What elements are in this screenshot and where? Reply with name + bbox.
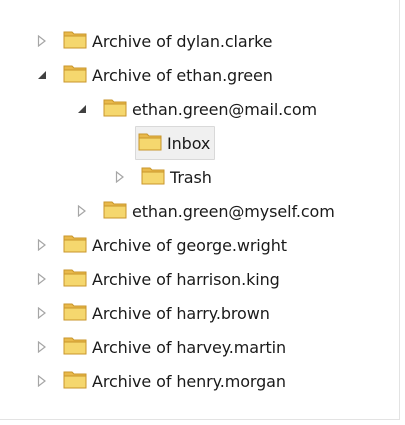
tree-item-label: Archive of george.wright	[92, 235, 287, 255]
folder-icon	[63, 267, 87, 291]
selected-item-highlight[interactable]: Inbox	[135, 126, 216, 160]
collapse-arrow-icon[interactable]	[35, 58, 49, 92]
tree-item-label: Inbox	[167, 133, 211, 153]
tree-item-trash[interactable]: Trash	[0, 160, 400, 194]
tree-item-archive-ethan-green[interactable]: Archive of ethan.green	[0, 58, 400, 92]
tree-item-account-ethan-green-mail[interactable]: ethan.green@mail.com	[0, 92, 400, 126]
expand-arrow-icon[interactable]	[35, 330, 49, 364]
expand-arrow-icon[interactable]	[35, 228, 49, 262]
tree-item-label: Archive of ethan.green	[92, 65, 273, 85]
expand-arrow-icon[interactable]	[113, 160, 127, 194]
tree-item-inbox[interactable]: Inbox	[0, 126, 400, 160]
tree-item-label: Archive of henry.morgan	[92, 371, 286, 391]
tree-item-archive-harrison-king[interactable]: Archive of harrison.king	[0, 262, 400, 296]
folder-icon	[63, 369, 87, 393]
tree-item-archive-harry-brown[interactable]: Archive of harry.brown	[0, 296, 400, 330]
folder-icon	[63, 29, 87, 53]
tree-item-archive-harvey-martin[interactable]: Archive of harvey.martin	[0, 330, 400, 364]
folder-icon	[103, 97, 127, 121]
folder-icon	[103, 199, 127, 223]
folder-icon	[63, 233, 87, 257]
folder-icon	[63, 335, 87, 359]
tree-item-archive-dylan-clarke[interactable]: Archive of dylan.clarke	[0, 24, 400, 58]
expand-arrow-icon[interactable]	[35, 262, 49, 296]
tree-item-label: ethan.green@myself.com	[132, 201, 335, 221]
tree-item-label: Archive of dylan.clarke	[92, 31, 273, 51]
tree-item-label: Trash	[170, 167, 212, 187]
folder-icon	[63, 301, 87, 325]
tree-item-archive-henry-morgan[interactable]: Archive of henry.morgan	[0, 364, 400, 398]
collapse-arrow-icon[interactable]	[75, 92, 89, 126]
tree-item-label: ethan.green@mail.com	[132, 99, 318, 119]
folder-icon	[138, 131, 162, 155]
expand-arrow-icon[interactable]	[35, 24, 49, 58]
tree-item-account-ethan-green-myself[interactable]: ethan.green@myself.com	[0, 194, 400, 228]
expand-arrow-icon[interactable]	[75, 194, 89, 228]
expand-arrow-icon[interactable]	[35, 364, 49, 398]
folder-tree: Archive of dylan.clarke Archive of ethan…	[0, 24, 400, 398]
tree-item-label: Archive of harry.brown	[92, 303, 270, 323]
tree-item-archive-george-wright[interactable]: Archive of george.wright	[0, 228, 400, 262]
folder-icon	[63, 63, 87, 87]
expand-arrow-icon[interactable]	[35, 296, 49, 330]
tree-item-label: Archive of harrison.king	[92, 269, 280, 289]
tree-item-label: Archive of harvey.martin	[92, 337, 286, 357]
folder-icon	[141, 165, 165, 189]
folder-tree-panel: Archive of dylan.clarke Archive of ethan…	[0, 0, 400, 420]
